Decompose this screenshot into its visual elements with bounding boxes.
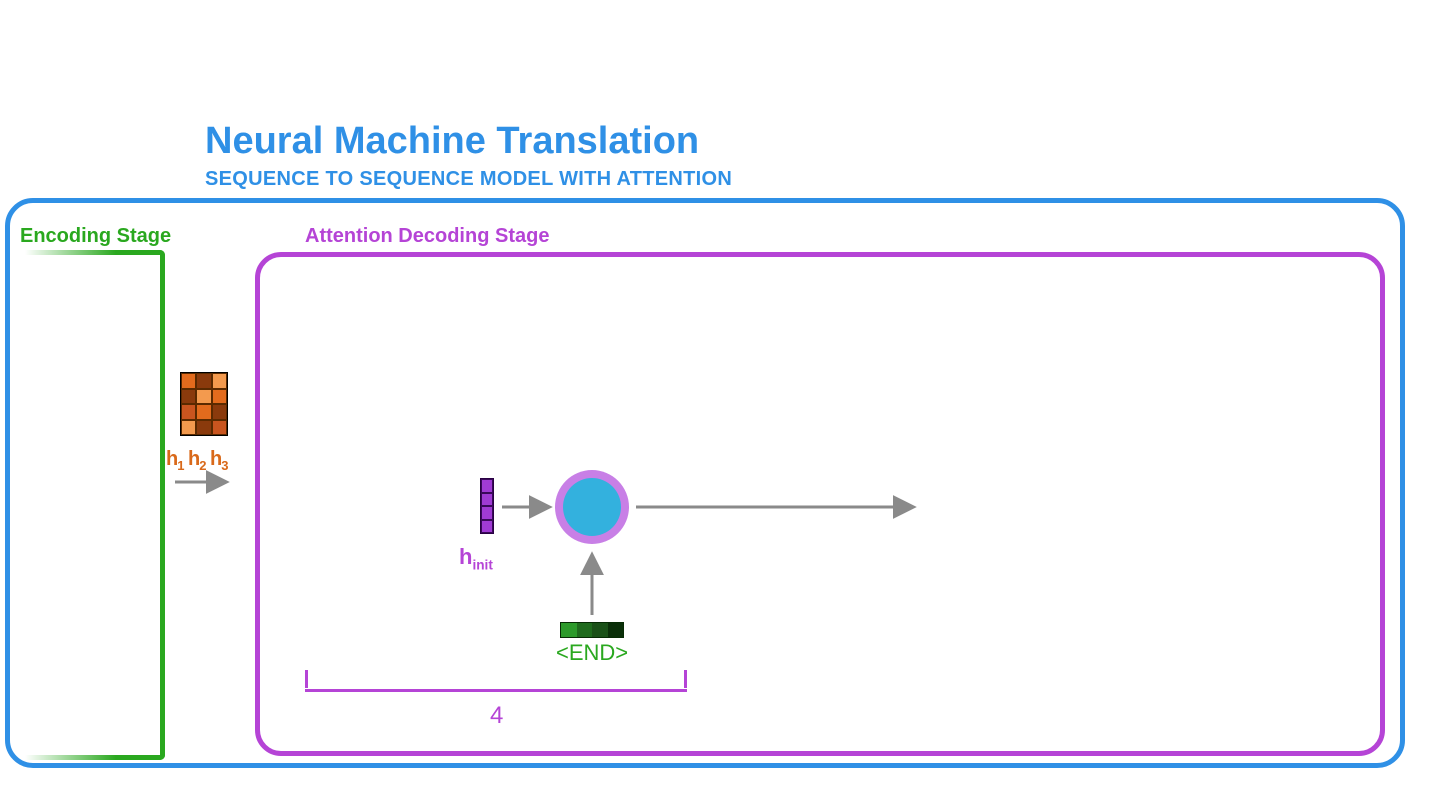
decoding-stage-label: Attention Decoding Stage	[305, 225, 549, 248]
step-number: 4	[490, 702, 503, 730]
encoder-hidden-states-labels: h1 h2 h3	[166, 448, 227, 473]
hinit-label: hinit	[459, 544, 493, 572]
encoder-hidden-states-matrix	[180, 372, 228, 436]
diagram-title: Neural Machine Translation	[205, 120, 699, 163]
input-token-label: <END>	[556, 640, 628, 666]
hinit-vector	[480, 478, 494, 534]
encoding-stage-label: Encoding Stage	[20, 225, 171, 248]
decoder-node	[555, 470, 629, 544]
diagram-subtitle: SEQUENCE TO SEQUENCE MODEL WITH ATTENTIO…	[205, 168, 732, 191]
step-bracket	[305, 670, 687, 692]
input-token-vector	[560, 622, 624, 638]
